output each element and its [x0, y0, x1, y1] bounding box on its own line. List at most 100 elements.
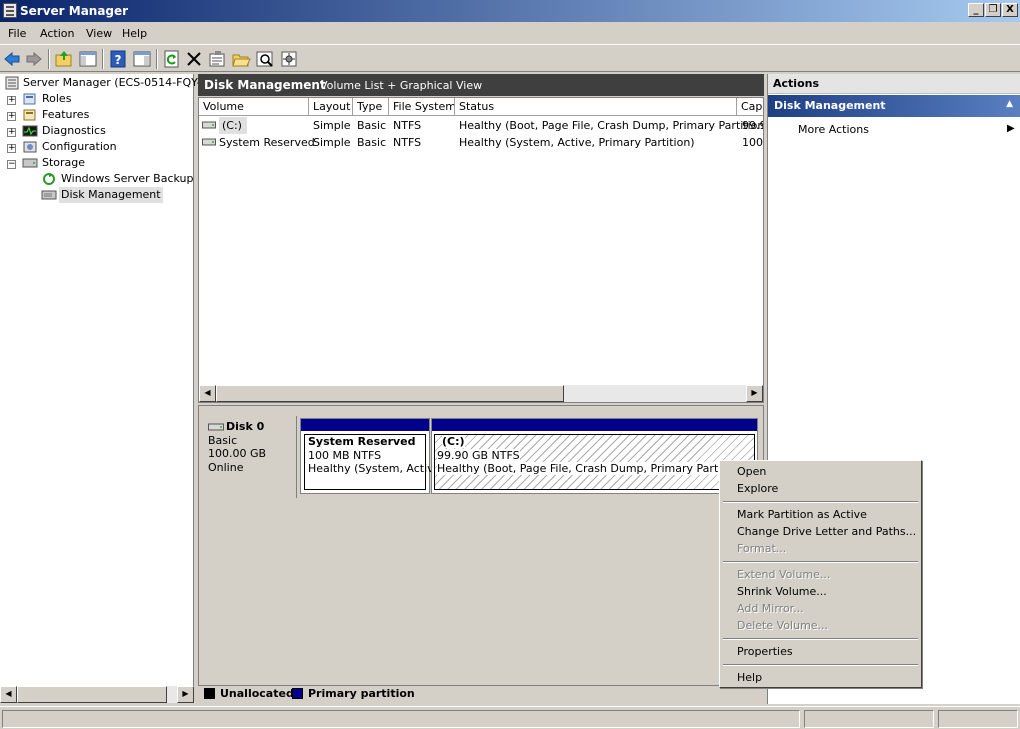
- menu-separator: [723, 638, 918, 640]
- menu-view[interactable]: View: [86, 27, 112, 40]
- tree-item-windows-server-backup[interactable]: Windows Server Backup: [61, 171, 194, 187]
- table-cell-status: Healthy (Boot, Page File, Crash Dump, Pr…: [459, 119, 764, 132]
- tree-item-storage[interactable]: Storage: [42, 155, 85, 171]
- expand-features[interactable]: +: [7, 112, 16, 121]
- action-pane-icon[interactable]: [132, 49, 152, 69]
- expand-configuration[interactable]: +: [7, 144, 16, 153]
- center-header: Disk Management Volume List + Graphical …: [198, 74, 764, 96]
- partition-name: System Reserved: [308, 435, 416, 448]
- menu-item-mark-partition-active[interactable]: Mark Partition as Active: [737, 508, 867, 521]
- menu-item-shrink-volume[interactable]: Shrink Volume...: [737, 585, 827, 598]
- scroll-thumb[interactable]: [17, 686, 167, 703]
- menu-item-open[interactable]: Open: [737, 465, 766, 478]
- menu-item-extend-volume: Extend Volume...: [737, 568, 831, 581]
- title-bar: Server Manager _ ❐ X: [0, 0, 1020, 22]
- show-hide-tree-icon[interactable]: [78, 49, 98, 69]
- partition-size: 99.90 GB NTFS: [437, 449, 520, 462]
- disk-info[interactable]: Disk 0 Basic 100.00 GB Online: [202, 416, 297, 498]
- scroll-left-icon[interactable]: ◀: [0, 686, 17, 703]
- col-volume[interactable]: Volume: [199, 98, 309, 116]
- collapse-up-icon[interactable]: ▲: [1006, 99, 1013, 109]
- scroll-thumb[interactable]: [216, 385, 564, 402]
- more-actions-item[interactable]: More Actions: [798, 123, 869, 136]
- expand-roles[interactable]: +: [7, 96, 16, 105]
- tree-item-configuration[interactable]: Configuration: [42, 139, 117, 155]
- tree-item-roles[interactable]: Roles: [42, 91, 71, 107]
- disk-name: Disk 0: [226, 420, 265, 433]
- back-icon[interactable]: [2, 49, 22, 69]
- up-folder-icon[interactable]: [54, 49, 74, 69]
- status-cell-2: [804, 710, 934, 728]
- partition-c[interactable]: (C:) 99.90 GB NTFS Healthy (Boot, Page F…: [431, 418, 758, 494]
- open-icon[interactable]: [231, 49, 251, 69]
- submenu-arrow-icon[interactable]: ▶: [1007, 123, 1015, 134]
- unallocated-swatch: [204, 688, 215, 699]
- col-layout[interactable]: Layout: [309, 98, 353, 116]
- toolbar-separator: [102, 49, 104, 69]
- tree-root[interactable]: Server Manager (ECS-0514-FQY-0C: [23, 75, 215, 91]
- actions-title: Actions: [768, 74, 1020, 94]
- table-cell-capacity: 99.9: [742, 119, 763, 132]
- tree-item-disk-management[interactable]: Disk Management: [59, 187, 163, 203]
- actions-section-label: Disk Management: [774, 99, 886, 112]
- table-cell-capacity: 100: [742, 136, 763, 149]
- table-cell-volume[interactable]: (C:): [219, 117, 247, 134]
- search-icon[interactable]: [255, 49, 275, 69]
- settings-icon[interactable]: [279, 49, 299, 69]
- primary-partition-bar: [301, 419, 429, 431]
- menu-item-help[interactable]: Help: [737, 671, 762, 684]
- close-button[interactable]: X: [1002, 3, 1018, 17]
- roles-icon: [23, 93, 36, 105]
- scroll-right-icon[interactable]: ▶: [177, 686, 194, 703]
- forward-icon[interactable]: [24, 49, 44, 69]
- scroll-right-icon[interactable]: ▶: [746, 385, 763, 402]
- table-cell-layout: Simple: [313, 119, 351, 132]
- menu-action[interactable]: Action: [40, 27, 74, 40]
- collapse-storage[interactable]: −: [7, 160, 16, 169]
- col-type[interactable]: Type: [353, 98, 389, 116]
- volume-list-horizontal-scrollbar[interactable]: ◀ ▶: [199, 385, 763, 402]
- menu-help[interactable]: Help: [122, 27, 147, 40]
- graphical-view: Disk 0 Basic 100.00 GB Online System Res…: [198, 405, 764, 686]
- menu-separator: [723, 561, 918, 563]
- disk-state: Online: [208, 461, 244, 474]
- status-cell-main: [2, 710, 800, 728]
- features-icon: [23, 109, 36, 121]
- col-status[interactable]: Status: [455, 98, 737, 116]
- col-file-system[interactable]: File System: [389, 98, 455, 116]
- tree-horizontal-scrollbar[interactable]: ◀ ▶: [0, 686, 194, 703]
- expand-diagnostics[interactable]: +: [7, 128, 16, 137]
- legend-primary-partition: Primary partition: [308, 687, 415, 700]
- table-cell-layout: Simple: [313, 136, 351, 149]
- actions-section-disk-management[interactable]: Disk Management ▲: [768, 95, 1020, 117]
- refresh-icon[interactable]: [162, 49, 182, 69]
- table-cell-volume[interactable]: System Reserved: [219, 134, 315, 151]
- tree-item-features[interactable]: Features: [42, 107, 89, 123]
- backup-icon: [43, 173, 55, 185]
- status-bar: [0, 706, 1020, 729]
- scroll-left-icon[interactable]: ◀: [199, 385, 216, 402]
- menu-item-properties[interactable]: Properties: [737, 645, 793, 658]
- partition-status: Healthy (Boot, Page File, Crash Dump, Pr…: [437, 462, 747, 475]
- partition-system-reserved[interactable]: System Reserved 100 MB NTFS Healthy (Sys…: [300, 418, 440, 494]
- table-cell-fs: NTFS: [393, 119, 422, 132]
- center-title: Disk Management: [204, 78, 326, 92]
- help-icon[interactable]: ?: [108, 49, 128, 69]
- col-capacity[interactable]: Cap: [737, 98, 763, 116]
- menu-file[interactable]: File: [8, 27, 26, 40]
- legend-unallocated: Unallocated: [220, 687, 294, 700]
- primary-partition-swatch: [292, 688, 303, 699]
- minimize-button[interactable]: _: [968, 3, 984, 17]
- menu-separator: [723, 664, 918, 666]
- svg-text:?: ?: [115, 53, 122, 67]
- drive-icon: [202, 138, 216, 146]
- table-cell-type: Basic: [357, 119, 387, 132]
- menu-item-explore[interactable]: Explore: [737, 482, 778, 495]
- restore-button[interactable]: ❐: [985, 3, 1001, 17]
- delete-icon[interactable]: [184, 49, 204, 69]
- menu-item-add-mirror: Add Mirror...: [737, 602, 804, 615]
- tree-item-diagnostics[interactable]: Diagnostics: [42, 123, 106, 139]
- properties-icon[interactable]: [207, 49, 227, 69]
- partition-name: (C:): [442, 435, 465, 448]
- menu-item-change-drive-letter[interactable]: Change Drive Letter and Paths...: [737, 525, 916, 538]
